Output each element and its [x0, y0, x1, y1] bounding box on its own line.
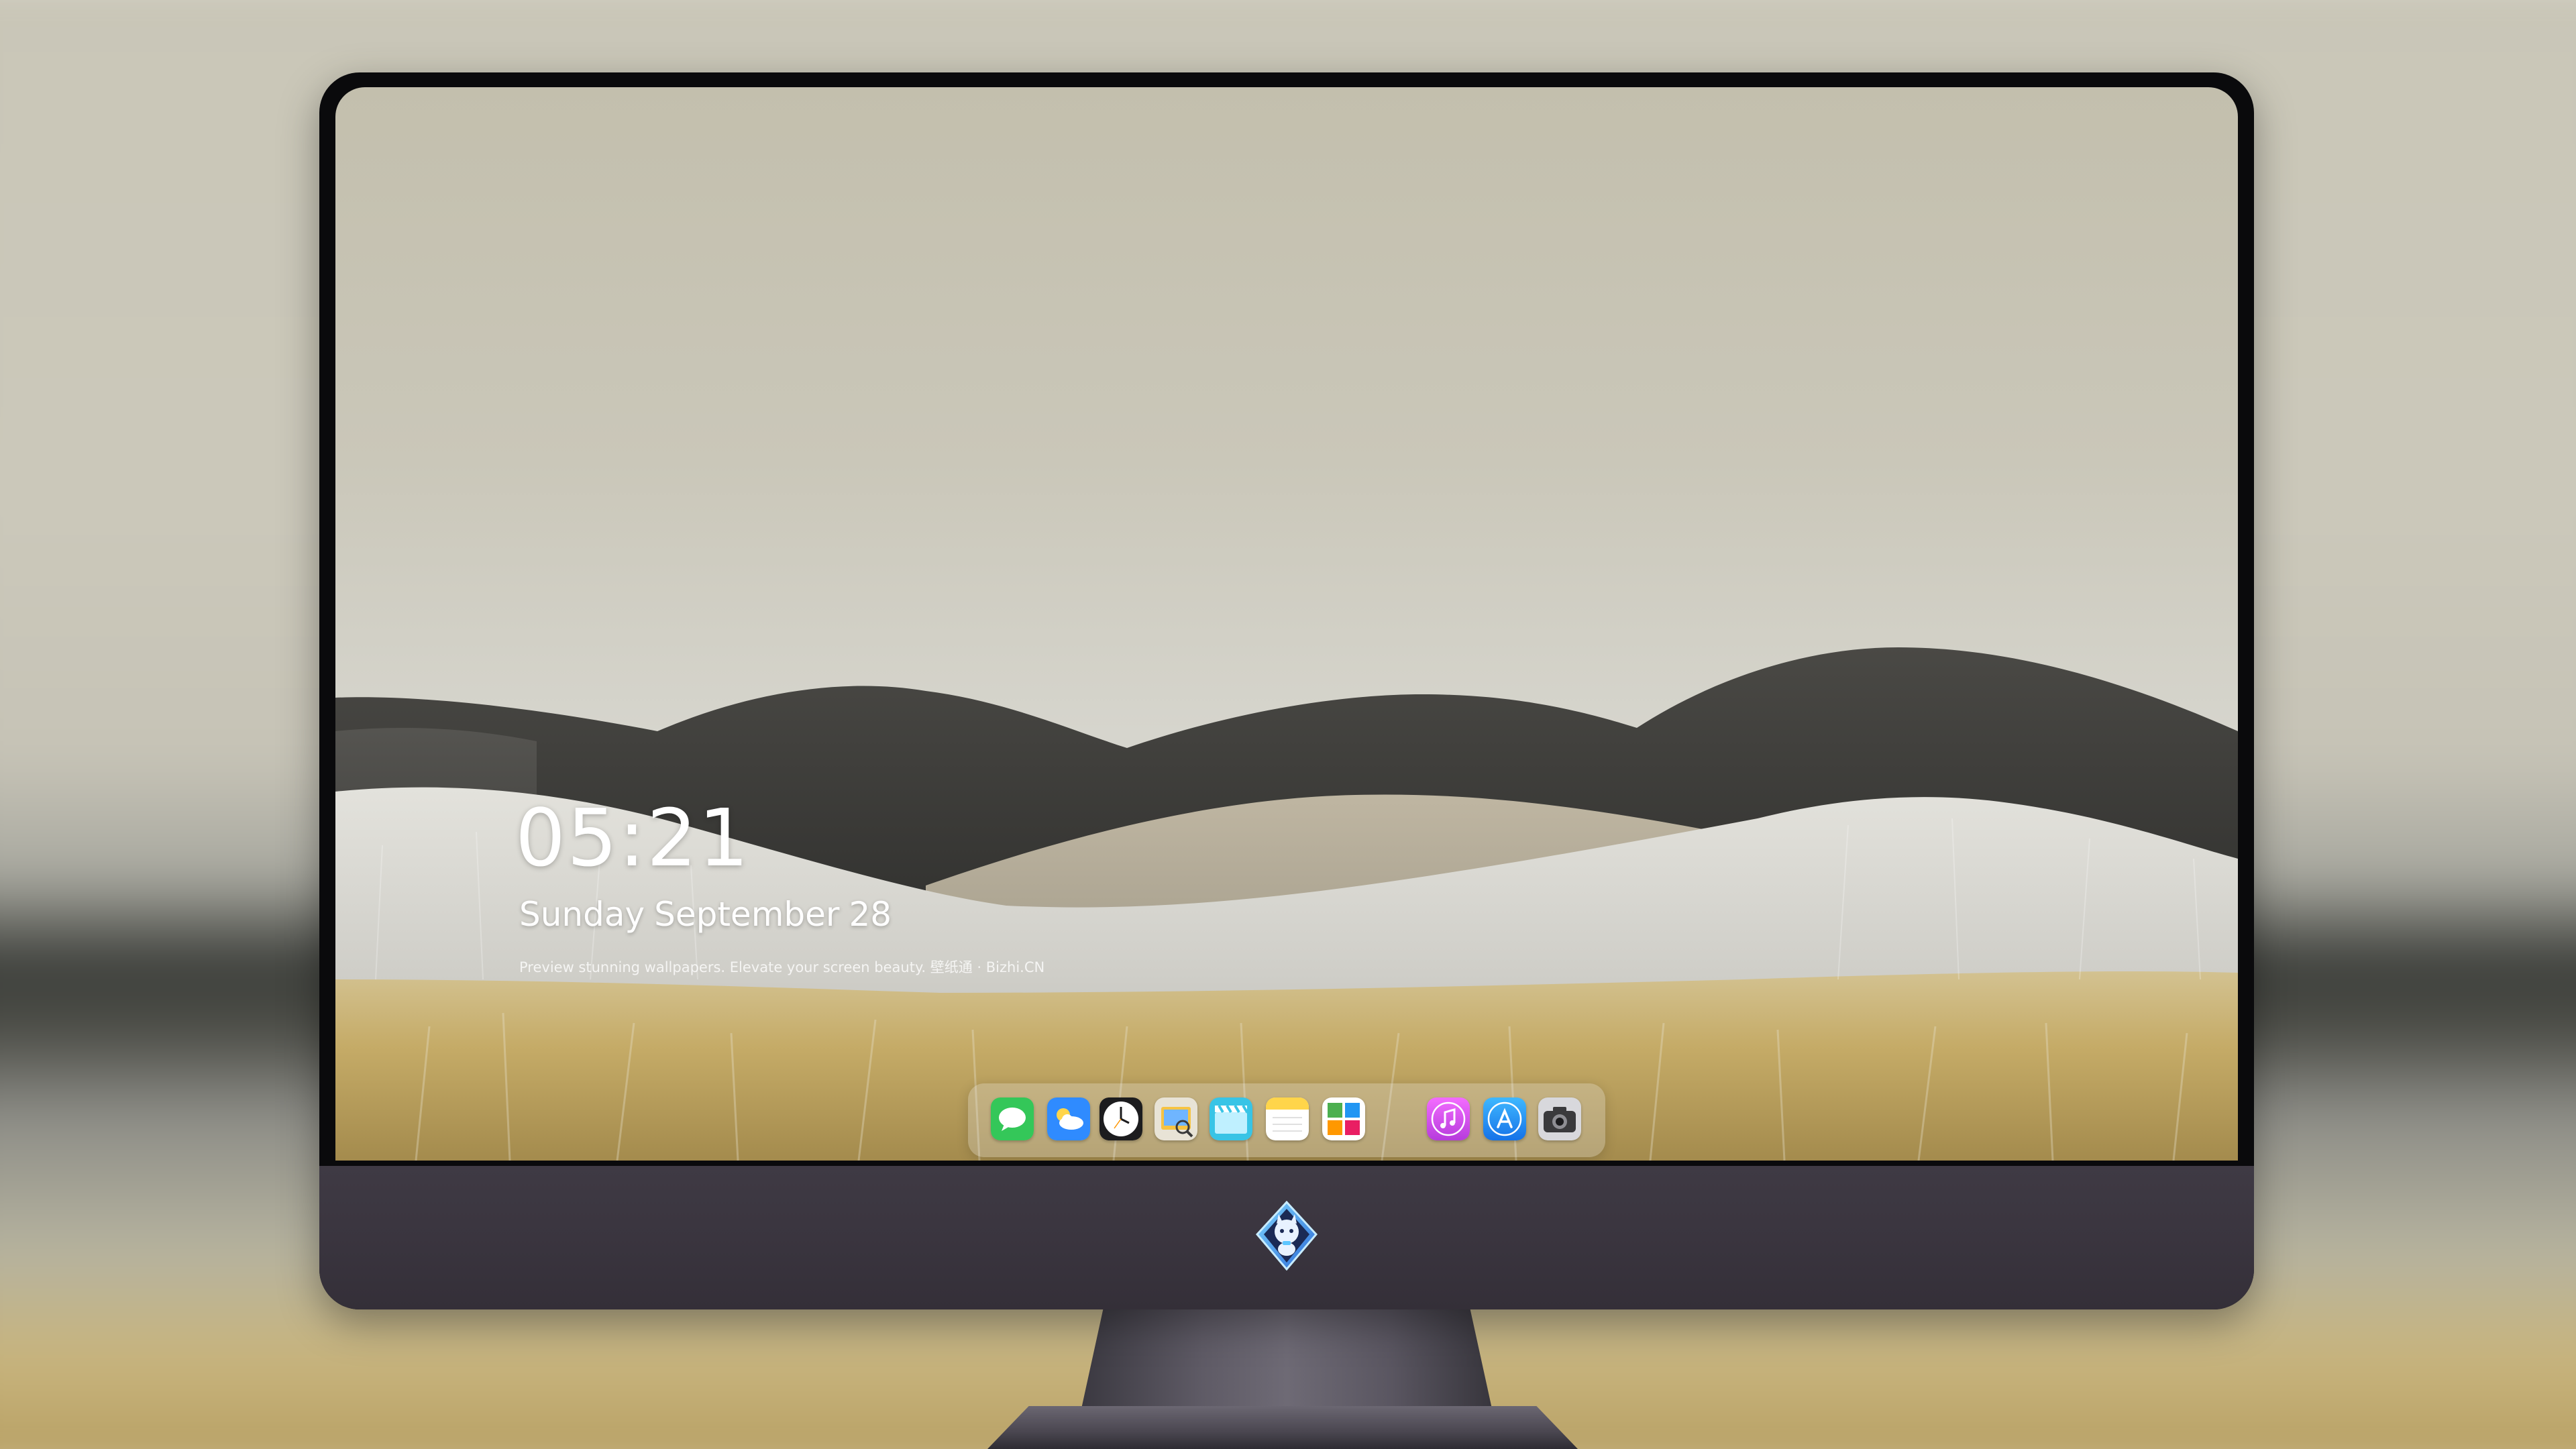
- messages-icon[interactable]: [991, 1097, 1034, 1140]
- date-weekday: Sunday: [519, 895, 645, 934]
- lock-clock: 05:21: [515, 792, 751, 884]
- monitor: 05:21 Sunday September 28 Preview stunning…: [319, 72, 2254, 1309]
- camera-icon[interactable]: [1538, 1097, 1581, 1140]
- lock-date: Sunday September 28: [519, 898, 901, 931]
- itunes-icon[interactable]: [1427, 1097, 1470, 1140]
- screen: 05:21 Sunday September 28 Preview stunning…: [335, 87, 2238, 1161]
- wallpaper: [335, 87, 2238, 1161]
- dock: [968, 1083, 1605, 1157]
- preview-icon[interactable]: [1155, 1097, 1197, 1140]
- mascot-logo-icon: [1254, 1200, 1319, 1271]
- date-day: 28: [849, 895, 892, 934]
- desktop-scene: 05:21 Sunday September 28 Preview stunning…: [0, 0, 2576, 1449]
- lock-tagline: Preview stunning wallpapers. Elevate you…: [519, 959, 1045, 975]
- app-store-icon[interactable]: [1483, 1097, 1526, 1140]
- monitor-stand-base: [987, 1406, 1578, 1449]
- date-month: September: [654, 895, 840, 934]
- weather-icon[interactable]: [1047, 1097, 1090, 1140]
- clock-icon[interactable]: [1099, 1097, 1142, 1140]
- photo-collage-icon[interactable]: [1322, 1097, 1365, 1140]
- notes-icon[interactable]: [1266, 1097, 1309, 1140]
- clips-icon[interactable]: [1210, 1097, 1252, 1140]
- monitor-stand-neck: [1079, 1307, 1495, 1421]
